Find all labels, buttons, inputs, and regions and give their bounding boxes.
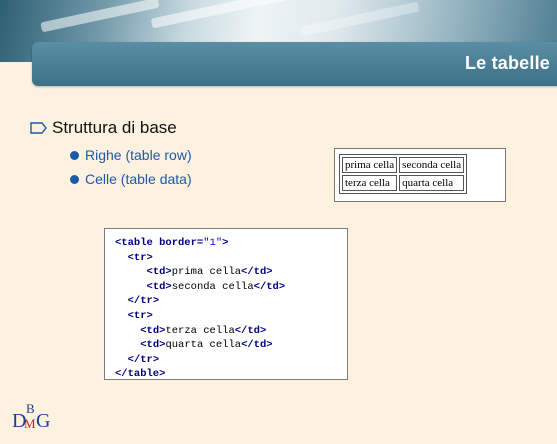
- list-item: Celle (table data): [70, 171, 192, 187]
- slide: Le tabelle Struttura di base Righe (tabl…: [0, 0, 557, 444]
- title-bar: Le tabelle: [32, 42, 557, 86]
- code-line: <td>prima cella</td>: [146, 266, 273, 279]
- dot-bullet-icon: [70, 150, 79, 160]
- table-cell: terza cella: [342, 175, 398, 191]
- code-line: <td>terza cella</td>: [140, 324, 267, 337]
- list-item-label: Celle (table data): [85, 171, 192, 187]
- table-row: terza cella quarta cella: [342, 175, 465, 191]
- table-example: prima cella seconda cella terza cella qu…: [334, 148, 506, 202]
- list-item-label: Righe (table row): [85, 147, 192, 163]
- table-cell: quarta cella: [399, 175, 465, 191]
- heading-bullet: Struttura di base: [30, 118, 177, 138]
- heading-text: Struttura di base: [52, 118, 177, 137]
- code-line: <td>quarta cella</td>: [140, 339, 273, 352]
- code-block: <table border="1"> <tr> <td>prima cella<…: [104, 228, 348, 380]
- code-line: <table border="1">: [115, 237, 229, 249]
- flag-bullet-icon: [30, 122, 47, 134]
- table-cell: seconda cella: [399, 157, 465, 173]
- dbmg-logo: D B M G: [12, 401, 51, 432]
- table-cell: prima cella: [342, 157, 398, 173]
- code-line: <tr>: [127, 309, 153, 322]
- code-line: </table>: [115, 368, 166, 381]
- code-line: </tr>: [127, 353, 160, 366]
- rendered-table: prima cella seconda cella terza cella qu…: [339, 154, 468, 194]
- list-item: Righe (table row): [70, 147, 192, 163]
- table-row: prima cella seconda cella: [342, 157, 465, 173]
- code-line: <td>seconda cella</td>: [146, 280, 286, 293]
- code-line: </tr>: [127, 295, 160, 308]
- dot-bullet-icon: [70, 174, 79, 184]
- code-line: <tr>: [127, 251, 153, 264]
- page-title: Le tabelle: [464, 53, 550, 73]
